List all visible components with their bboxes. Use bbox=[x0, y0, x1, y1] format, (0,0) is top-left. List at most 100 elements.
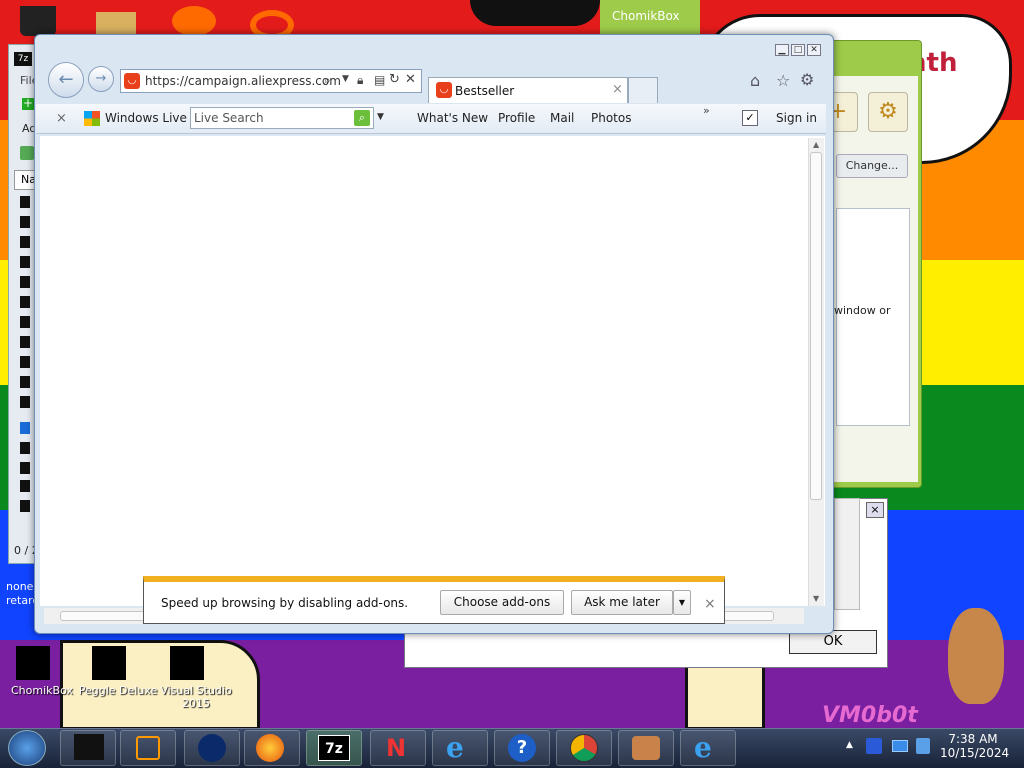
toolbar-close-button[interactable]: × bbox=[56, 111, 67, 126]
back-button[interactable]: ← bbox=[48, 62, 84, 98]
desktop-art-shape bbox=[470, 0, 600, 26]
favorites-star-icon[interactable]: ☆ bbox=[776, 71, 790, 90]
taskbar-app-icon bbox=[74, 734, 104, 760]
volume-icon[interactable] bbox=[916, 738, 930, 754]
page-content-area[interactable] bbox=[40, 136, 825, 606]
file-row-icon[interactable] bbox=[20, 336, 30, 348]
gear-icon[interactable]: ⚙ bbox=[800, 70, 814, 89]
scroll-up-arrow-icon[interactable]: ▲ bbox=[813, 140, 819, 149]
photos-link[interactable]: Photos bbox=[591, 111, 631, 125]
file-row-icon[interactable] bbox=[20, 500, 30, 512]
file-row-icon[interactable] bbox=[20, 296, 30, 308]
aliexpress-favicon-icon: ◡ bbox=[124, 73, 140, 89]
gear-icon[interactable]: ⚙ bbox=[868, 92, 908, 132]
whats-new-link[interactable]: What's New bbox=[417, 111, 488, 125]
firefox-icon bbox=[256, 734, 284, 762]
file-row-icon[interactable] bbox=[20, 256, 30, 268]
search-icon[interactable]: ⌕ bbox=[324, 73, 331, 88]
compatibility-icon[interactable]: ▤ bbox=[374, 73, 385, 87]
forward-button[interactable]: → bbox=[88, 66, 114, 92]
7zip-icon: 7z bbox=[14, 52, 32, 66]
taskbar-clock[interactable]: 7:38 AM 10/15/2024 bbox=[940, 732, 1010, 760]
notification-close-button[interactable]: × bbox=[704, 596, 716, 612]
app-icon bbox=[632, 736, 660, 760]
clock-date: 10/15/2024 bbox=[940, 746, 1010, 760]
file-row-icon[interactable] bbox=[20, 396, 30, 408]
windows-live-link[interactable]: Windows Live bbox=[105, 111, 187, 125]
desktop-art-shape bbox=[20, 6, 56, 36]
media-player-icon bbox=[136, 736, 160, 760]
chrome-icon bbox=[570, 734, 598, 762]
file-row-icon[interactable] bbox=[20, 236, 30, 248]
maximize-button[interactable]: □ bbox=[791, 44, 805, 56]
desktop-icon-label[interactable]: ChomikBox bbox=[0, 684, 84, 697]
7zip-icon: 7z bbox=[318, 735, 350, 761]
chevron-down-icon[interactable]: ▼ bbox=[377, 112, 384, 122]
choose-addons-button[interactable]: Choose add-ons bbox=[440, 590, 564, 615]
file-row-icon[interactable] bbox=[20, 480, 30, 492]
minimize-button[interactable]: ▁ bbox=[775, 44, 789, 56]
vm-logo: VM0b0t bbox=[822, 703, 918, 728]
file-row-icon[interactable] bbox=[20, 376, 30, 388]
up-folder-icon[interactable] bbox=[20, 146, 34, 160]
mail-link[interactable]: Mail bbox=[550, 111, 574, 125]
tray-expand-icon[interactable]: ▲ bbox=[846, 740, 853, 750]
file-row-icon[interactable] bbox=[20, 316, 30, 328]
file-row-icon[interactable] bbox=[20, 276, 30, 288]
lock-icon[interactable]: 🔒︎ bbox=[357, 73, 363, 88]
refresh-icon[interactable]: ↻ bbox=[389, 72, 400, 87]
background-dialog-panel bbox=[834, 498, 860, 610]
notification-message: Speed up browsing by disabling add-ons. bbox=[161, 596, 409, 610]
live-search-placeholder: Live Search bbox=[194, 111, 264, 125]
n-app-icon: N bbox=[386, 734, 407, 762]
chomikbox-desktop-icon[interactable] bbox=[16, 646, 50, 680]
aliexpress-favicon-icon: ◡ bbox=[436, 82, 452, 98]
internet-explorer-icon: e bbox=[694, 731, 712, 764]
file-row-icon[interactable] bbox=[20, 356, 30, 368]
vertical-scrollbar-thumb[interactable] bbox=[810, 152, 822, 500]
search-icon[interactable]: ⌕ bbox=[354, 110, 370, 126]
file-row-icon[interactable] bbox=[20, 216, 30, 228]
chomikbox-tab[interactable]: ChomikBox bbox=[600, 0, 700, 34]
file-row-icon[interactable] bbox=[20, 442, 30, 454]
close-button[interactable]: ✕ bbox=[807, 44, 821, 56]
hamster-image bbox=[948, 608, 1004, 704]
chomikbox-title: ChomikBox bbox=[612, 9, 680, 23]
sign-in-link[interactable]: Sign in bbox=[776, 111, 817, 125]
visual-studio-desktop-icon[interactable] bbox=[170, 646, 204, 680]
checkbox-icon[interactable]: ✓ bbox=[742, 110, 758, 126]
file-row-icon[interactable] bbox=[20, 462, 30, 474]
file-row-icon[interactable] bbox=[20, 422, 30, 434]
ask-me-later-button[interactable]: Ask me later bbox=[571, 590, 673, 615]
tab-title[interactable]: Bestseller bbox=[455, 84, 514, 98]
peggle-desktop-icon[interactable] bbox=[92, 646, 126, 680]
desktop-icon-label[interactable]: Peggle Deluxe bbox=[76, 684, 160, 697]
clock-time: 7:38 AM bbox=[948, 732, 998, 746]
help-icon: ? bbox=[508, 734, 536, 762]
chevron-down-icon[interactable]: ▼ bbox=[342, 74, 349, 84]
more-chevron-icon[interactable]: » bbox=[703, 104, 710, 117]
address-url[interactable]: https://campaign.aliexpress.com bbox=[145, 74, 341, 88]
ask-later-dropdown-icon[interactable]: ▼ bbox=[673, 590, 691, 615]
home-icon[interactable]: ⌂ bbox=[750, 71, 760, 90]
dialog-close-button[interactable]: × bbox=[866, 502, 884, 518]
background-window-text: window or bbox=[834, 304, 891, 317]
tray-icon[interactable] bbox=[866, 738, 882, 754]
tab-close-button[interactable]: × bbox=[612, 82, 623, 97]
stop-icon[interactable]: ✕ bbox=[405, 72, 416, 87]
start-button[interactable] bbox=[8, 730, 46, 766]
desktop-icon-partial bbox=[172, 6, 216, 36]
background-list-box bbox=[836, 208, 910, 426]
change-button[interactable]: Change... bbox=[836, 154, 908, 178]
windows-logo-icon bbox=[84, 111, 100, 126]
add-icon[interactable]: + bbox=[22, 97, 34, 110]
name-column-header[interactable]: Na bbox=[14, 170, 36, 190]
network-icon[interactable] bbox=[892, 740, 908, 752]
globe-icon bbox=[198, 734, 226, 762]
file-row-icon[interactable] bbox=[20, 196, 30, 208]
internet-explorer-icon: e bbox=[446, 731, 464, 764]
desktop-icon-label[interactable]: Visual Studio 2015 bbox=[152, 684, 240, 710]
new-tab-button[interactable] bbox=[628, 77, 658, 103]
profile-link[interactable]: Profile bbox=[498, 111, 535, 125]
scroll-down-arrow-icon[interactable]: ▼ bbox=[813, 594, 819, 603]
